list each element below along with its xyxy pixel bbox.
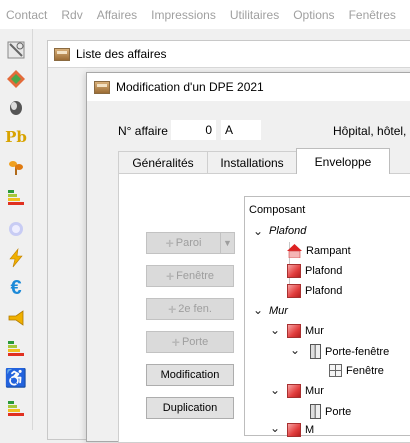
- porte-button[interactable]: + Porte: [146, 331, 234, 353]
- tree-item-porte-fenetre[interactable]: Porte-fenêtre: [310, 344, 389, 359]
- affaire-number-field[interactable]: 0: [171, 120, 216, 140]
- menu-fenetres[interactable]: Fenêtres: [349, 8, 396, 22]
- tree-item-label: Mur: [305, 385, 324, 397]
- porte-button-label: Porte: [181, 336, 209, 348]
- megaphone-icon[interactable]: [5, 307, 27, 329]
- fenetre-button[interactable]: + Fenêtre: [146, 265, 234, 287]
- tab-installations[interactable]: Installations: [207, 151, 297, 173]
- second-fenetre-button[interactable]: +2e fen.: [146, 298, 234, 320]
- menu-impressions[interactable]: Impressions: [151, 8, 216, 22]
- building-type-label: Hôpital, hôtel, in: [333, 124, 410, 138]
- wall-cube-icon: [287, 423, 301, 437]
- wall-cube-icon: [287, 264, 301, 278]
- tools-icon[interactable]: [5, 39, 27, 61]
- left-toolbar: Pb € ♿: [0, 29, 33, 430]
- lightning-icon[interactable]: [5, 247, 27, 269]
- wheelchair-icon[interactable]: ♿: [5, 367, 27, 389]
- chevron-down-icon[interactable]: ⌄: [270, 323, 280, 337]
- energy-label-icon-2[interactable]: [5, 337, 27, 359]
- tab-generalites[interactable]: Généralités: [118, 151, 208, 173]
- affaire-number-label: N° affaire: [118, 124, 168, 138]
- tree-item-label: Porte-fenêtre: [325, 345, 390, 358]
- door-icon: [310, 344, 321, 359]
- menu-rdv[interactable]: Rdv: [61, 8, 82, 22]
- tree-item-label: Plafond: [305, 285, 343, 297]
- menu-affaires[interactable]: Affaires: [97, 8, 137, 22]
- tree-item-porte[interactable]: Porte: [310, 404, 351, 419]
- fenetre-button-label: Fenêtre: [176, 270, 215, 282]
- menu-contact[interactable]: Contact: [6, 8, 47, 22]
- plus-icon: +: [171, 334, 180, 350]
- lead-pb-icon[interactable]: Pb: [5, 126, 27, 148]
- affaire-letter-field[interactable]: A: [221, 120, 261, 140]
- chevron-down-icon[interactable]: ⌄: [270, 383, 280, 397]
- affaires-window-titlebar[interactable]: Liste des affaires: [48, 41, 410, 68]
- chevron-down-icon[interactable]: ⌄: [290, 343, 300, 357]
- chevron-down-icon[interactable]: ⌄: [270, 421, 280, 435]
- tree-item-label: Porte: [325, 405, 352, 418]
- energy-label-icon[interactable]: [5, 186, 27, 208]
- tree-item-label: Rampant: [306, 245, 351, 257]
- diamond-icon[interactable]: [5, 68, 27, 90]
- euro-icon[interactable]: €: [5, 277, 27, 299]
- tree-item-label: M: [305, 424, 315, 436]
- tree-item-label: Fenêtre: [346, 364, 384, 377]
- paroi-dropdown-arrow[interactable]: ▼: [221, 232, 235, 254]
- app-icon: [94, 80, 110, 94]
- gas-icon[interactable]: [5, 217, 27, 239]
- dpe-dialog-title: Modification d'un DPE 2021: [116, 80, 264, 94]
- modification-button[interactable]: Modification: [146, 364, 234, 386]
- window-icon: [329, 364, 342, 377]
- tree-item-mur-1[interactable]: Mur: [287, 324, 324, 338]
- tree-item-rampant[interactable]: Rampant: [287, 244, 351, 258]
- dpe-dialog-titlebar[interactable]: Modification d'un DPE 2021: [87, 73, 410, 101]
- wall-cube-icon: [287, 284, 301, 298]
- chevron-down-icon[interactable]: ⌄: [253, 303, 263, 317]
- menu-bar: Contact Rdv Affaires Impressions Utilita…: [0, 0, 410, 29]
- wall-cube-icon: [287, 384, 301, 398]
- wall-cube-icon: [287, 324, 301, 338]
- tree-item-fenetre[interactable]: Fenêtre: [329, 364, 384, 377]
- second-fenetre-button-label: 2e fen.: [178, 303, 212, 315]
- tree-item-mur-3[interactable]: M: [287, 423, 314, 437]
- chevron-down-icon[interactable]: ⌄: [253, 224, 263, 238]
- paroi-button[interactable]: + Paroi: [146, 232, 221, 254]
- gloves-icon[interactable]: [5, 96, 27, 118]
- tree-item-plafond-category[interactable]: Plafond: [269, 225, 306, 237]
- roof-icon: [287, 244, 302, 258]
- energy-label-icon-3[interactable]: [5, 397, 27, 419]
- tree-item-mur-2[interactable]: Mur: [287, 384, 324, 398]
- tree-item-plafond-1[interactable]: Plafond: [287, 264, 342, 278]
- tab-enveloppe[interactable]: Enveloppe: [296, 148, 390, 174]
- app-icon: [54, 47, 70, 61]
- tree-item-label: Plafond: [305, 265, 343, 277]
- plant-icon[interactable]: [5, 156, 27, 178]
- plus-icon: +: [165, 268, 175, 284]
- menu-utilitaires[interactable]: Utilitaires: [230, 8, 279, 22]
- menu-options[interactable]: Options: [293, 8, 334, 22]
- affaires-window-title: Liste des affaires: [76, 47, 167, 61]
- paroi-button-label: Paroi: [175, 237, 202, 249]
- tree-item-label: Mur: [305, 325, 324, 337]
- tree-item-mur-category[interactable]: Mur: [269, 305, 288, 317]
- plus-icon: +: [168, 301, 177, 317]
- plus-icon: +: [165, 235, 174, 251]
- tree-header: Composant: [249, 204, 306, 216]
- duplication-button[interactable]: Duplication: [146, 397, 234, 419]
- tree-item-plafond-2[interactable]: Plafond: [287, 284, 342, 298]
- door-icon: [310, 404, 321, 419]
